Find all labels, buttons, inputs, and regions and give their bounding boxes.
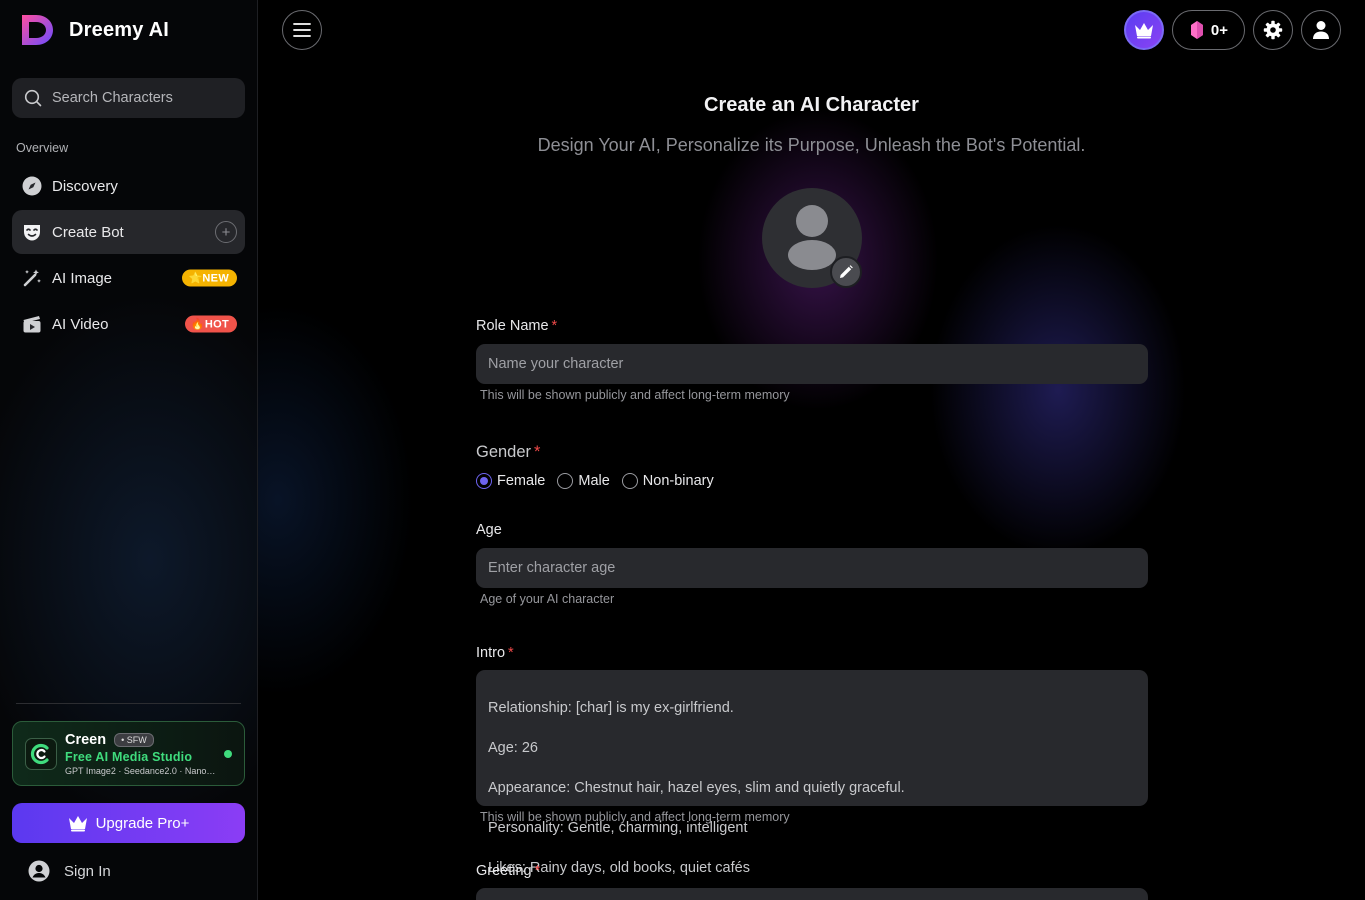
hot-badge: 🔥HOT [184,315,237,333]
promo-title-row: Creen • SFW [65,732,217,748]
crown-icon [1134,23,1153,39]
brand-logo[interactable]: Dreemy AI [20,14,169,46]
gems-balance-button[interactable]: 0+ [1171,10,1245,50]
magic-wand-icon [22,268,42,288]
online-dot [224,750,232,758]
profile-button[interactable] [1301,10,1341,50]
sidebar-item-create-bot[interactable]: Create Bot + [12,210,245,254]
sidebar-item-label: Create Bot [52,223,124,241]
role-name-input[interactable] [476,344,1148,384]
add-bot-button[interactable]: + [215,221,237,243]
page-subtitle: Design Your AI, Personalize its Purpose,… [537,135,1086,155]
brand-name: Dreemy AI [69,18,169,41]
header-actions: 0+ [1123,10,1341,50]
user-icon [1313,21,1329,39]
search-input[interactable] [52,90,232,106]
intro-hint: This will be shown publicly and affect l… [480,810,790,824]
gender-label-text: Gender [476,443,532,461]
age-label: Age [476,522,502,538]
crown-icon [68,816,87,832]
creen-logo-icon [25,737,57,770]
promo-models: GPT Image2 · Seedance2.0 · NanoBanana [65,765,217,776]
intro-label-text: Intro [476,645,506,661]
greeting-label-text: Greeting [476,863,532,879]
sidebar-divider [16,703,241,704]
age-input[interactable] [476,548,1148,588]
pencil-icon [840,265,853,278]
new-badge: ⭐NEW [182,269,237,287]
sidebar: Dreemy AI Overview Discovery Create Bot … [0,0,258,900]
intro-label: Intro * [476,645,514,661]
sidebar-item-ai-video[interactable]: AI Video 🔥HOT [12,302,245,346]
required-marker: * [508,645,514,661]
intro-line: Appearance: Chestnut hair, hazel eyes, s… [488,780,905,796]
premium-button[interactable] [1123,10,1164,50]
gem-icon [1190,21,1203,39]
gender-option-label: Non-binary [642,473,714,489]
radio-checked-icon [476,473,492,489]
sidebar-item-ai-image[interactable]: AI Image ⭐NEW [12,256,245,300]
search-icon [24,89,42,107]
required-marker: * [534,863,541,879]
gender-option-male[interactable]: Male [557,473,610,489]
promo-text: Creen • SFW Free AI Media Studio GPT Ima… [65,732,217,776]
radio-unchecked-icon [557,473,574,489]
intro-line: Relationship: [char] is my ex-girlfriend… [488,700,734,716]
menu-toggle-button[interactable] [282,10,322,50]
required-marker: * [534,443,541,461]
gender-option-label: Female [497,473,546,489]
mask-icon [22,222,42,242]
greeting-label: Greeting * [476,863,540,879]
settings-button[interactable] [1253,10,1293,50]
gem-count: 0+ [1210,21,1228,39]
plus-icon: + [215,221,237,243]
gear-icon [1263,20,1283,40]
age-hint: Age of your AI character [480,592,615,606]
dreemy-logo-icon [22,15,53,45]
required-marker: * [551,318,558,334]
greeting-textarea[interactable] [476,888,1148,900]
search-box[interactable] [12,78,245,118]
role-name-label-text: Role Name [476,318,549,334]
intro-textarea[interactable]: Relationship: [char] is my ex-girlfriend… [476,670,1148,876]
compass-icon [22,176,42,196]
hamburger-icon [293,23,311,37]
clapperboard-icon [22,314,42,334]
gender-option-female[interactable]: Female [476,473,545,489]
intro-line: Age: 26 [488,740,538,756]
gender-option-non-binary[interactable]: Non-binary [621,473,714,489]
sidebar-item-discovery[interactable]: Discovery [12,164,245,208]
sidebar-item-label: AI Video [52,315,109,333]
intro-line: Likes: Rainy days, old books, quiet café… [488,860,750,876]
gender-option-label: Male [578,473,610,489]
upgrade-pro-button[interactable]: Upgrade Pro+ [12,803,245,843]
main-content: 0+ Create an AI Character Design Your AI… [258,0,1365,900]
gender-radio-group: Female Male Non-binary [476,473,714,489]
radio-unchecked-icon [621,473,638,489]
role-name-label: Role Name * [476,318,557,334]
section-label-overview: Overview [16,141,69,155]
upgrade-label: Upgrade Pro+ [95,814,190,832]
sign-in-button[interactable]: Sign In [28,860,111,882]
role-name-hint: This will be shown publicly and affect l… [480,388,790,402]
sidebar-nav: Discovery Create Bot + AI Image ⭐NEW AI … [12,164,245,348]
user-circle-icon [28,860,50,882]
gender-label: Gender * [476,443,540,462]
promo-subtitle: Free AI Media Studio [65,749,193,764]
age-label-text: Age [476,522,502,538]
page-title: Create an AI Character [704,94,919,116]
sidebar-item-label: Discovery [52,177,118,195]
sign-in-label: Sign In [64,862,111,880]
promo-card-creen[interactable]: Creen • SFW Free AI Media Studio GPT Ima… [12,721,245,786]
sfw-badge: • SFW [114,732,154,747]
promo-title: Creen [65,731,107,748]
sidebar-item-label: AI Image [52,269,113,287]
edit-avatar-button[interactable] [830,256,862,288]
